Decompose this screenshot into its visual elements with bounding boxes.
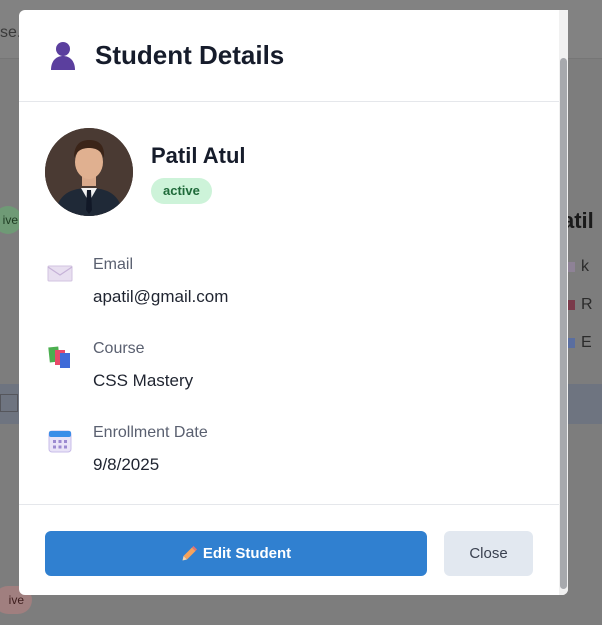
modal-header: Student Details bbox=[19, 10, 559, 102]
calendar-icon bbox=[48, 430, 72, 453]
enrollment-date-label: Enrollment Date bbox=[93, 424, 208, 441]
status-badge: active bbox=[151, 178, 212, 204]
modal-scrollbar-thumb[interactable] bbox=[560, 58, 567, 589]
avatar bbox=[45, 128, 133, 216]
background-field-row: R bbox=[566, 296, 593, 314]
user-icon bbox=[51, 42, 75, 70]
background-row-icon bbox=[0, 394, 18, 412]
pencil-icon bbox=[182, 545, 197, 560]
email-value: apatil@gmail.com bbox=[93, 287, 229, 306]
modal-title: Student Details bbox=[95, 40, 285, 70]
background-field-row: k bbox=[566, 258, 589, 276]
course-label: Course bbox=[93, 340, 145, 357]
course-value: CSS Mastery bbox=[93, 371, 194, 390]
student-details-modal: Student Details Patil Atul active Email … bbox=[19, 10, 568, 595]
books-icon bbox=[48, 346, 70, 368]
edit-student-label: Edit Student bbox=[202, 545, 292, 562]
edit-student-button[interactable]: Edit Student bbox=[45, 531, 427, 576]
envelope-icon bbox=[47, 265, 73, 282]
enrollment-date-value: 9/8/2025 bbox=[93, 455, 160, 474]
background-field-row: E bbox=[566, 334, 592, 352]
close-button[interactable]: Close bbox=[444, 531, 533, 576]
email-label: Email bbox=[93, 256, 134, 273]
student-name: Patil Atul bbox=[151, 143, 246, 168]
